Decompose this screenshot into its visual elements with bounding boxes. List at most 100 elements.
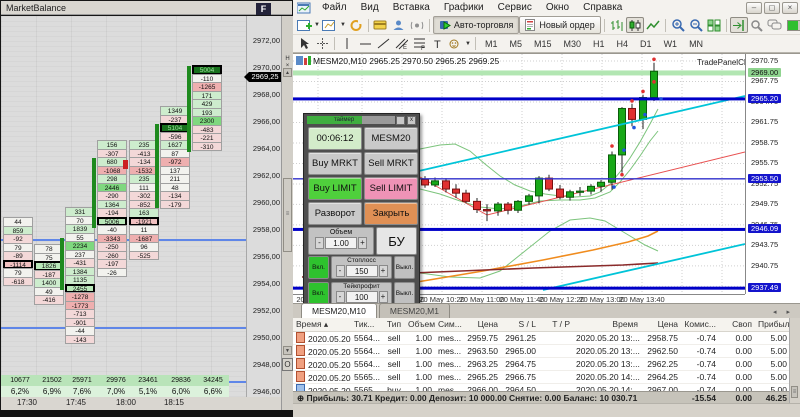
cycle-icon[interactable] (347, 17, 365, 33)
chat-icon[interactable] (766, 17, 784, 33)
table-row[interactable]: 2020.05.20...5565... sell 1.00 mes... 2965.2… (293, 371, 790, 384)
menu-item-файл[interactable]: Файл (315, 0, 354, 16)
zoom-in-icon[interactable] (669, 17, 687, 33)
volume-plus-button[interactable]: + (358, 237, 367, 249)
column-header[interactable]: Объем (405, 318, 435, 331)
new-order-button[interactable]: Новый ордер (519, 16, 601, 34)
timeframe-h1[interactable]: H1 (587, 36, 611, 52)
scroll-grip-icon[interactable]: ≡ (791, 386, 798, 398)
profiles-icon[interactable] (321, 17, 339, 33)
column-header[interactable]: Комис... (681, 318, 719, 331)
column-header[interactable]: Время ▴ (293, 318, 351, 331)
menu-item-вид[interactable]: Вид (354, 0, 386, 16)
symbol-button[interactable]: MESM20 (364, 127, 418, 150)
column-header[interactable]: Время (573, 318, 641, 331)
column-header[interactable]: Сим... (435, 318, 463, 331)
scroll-up-icon[interactable]: ▲ (283, 68, 292, 77)
column-header[interactable]: Тик... (351, 318, 383, 331)
volume-value[interactable]: 1.00 (325, 237, 357, 249)
timeframe-mn[interactable]: MN (683, 36, 709, 52)
stoploss-value[interactable]: 150 (345, 265, 378, 277)
scroll-down-icon[interactable]: ▼ (283, 346, 292, 355)
reverse-button[interactable]: Разворот (308, 202, 362, 225)
new-chart-icon[interactable] (295, 17, 313, 33)
column-header[interactable]: Прибыль (755, 318, 790, 331)
community-icon[interactable] (390, 17, 408, 33)
column-header[interactable]: T / P (539, 318, 573, 331)
stoploss-plus-button[interactable]: + (378, 265, 388, 277)
table-scrollbar[interactable]: ≡ (789, 318, 800, 403)
shapes-icon[interactable] (446, 36, 464, 52)
bars-chart-icon[interactable] (608, 17, 626, 33)
breakeven-button[interactable]: БУ (376, 227, 417, 255)
stoploss-minus-button[interactable]: - (335, 265, 345, 277)
buy-market-button[interactable]: Buy MRKT (308, 152, 362, 175)
timeframe-m15[interactable]: M15 (528, 36, 558, 52)
table-row[interactable]: 2020.05.20...5564... sell 1.00 mes... 2959.7… (293, 332, 790, 345)
panel-minimize-icon[interactable] (396, 116, 405, 125)
cluster-chart-plot[interactable]: © 2020 NinjaTrader, LLC 44859-9279-89-11… (1, 16, 246, 397)
horizontal-line-icon[interactable] (356, 36, 374, 52)
column-header[interactable]: Цена (463, 318, 501, 331)
volume-minus-button[interactable]: - (315, 237, 324, 249)
left-scrollbar-strip[interactable]: H × ▲ ≡ ▼ O (281, 16, 293, 410)
close-position-button[interactable]: Закрыть (364, 202, 418, 225)
menu-item-вставка[interactable]: Вставка (386, 0, 437, 16)
payment-icon[interactable] (372, 17, 390, 33)
menu-item-графики[interactable]: Графики (437, 0, 491, 16)
restore-button[interactable]: ◻ (764, 2, 780, 14)
timeframe-m5[interactable]: M5 (503, 36, 528, 52)
channel-icon[interactable]: E (392, 36, 410, 52)
text-icon[interactable]: T (428, 36, 446, 52)
takeprofit-off-button[interactable]: Выкл. (394, 282, 415, 305)
trendline-icon[interactable] (374, 36, 392, 52)
tab-mesm20-m10[interactable]: MESM20,M10 (301, 303, 377, 318)
menu-item-справка[interactable]: Справка (576, 0, 629, 16)
timeframe-m1[interactable]: M1 (479, 36, 504, 52)
stoploss-on-button[interactable]: Вкл. (308, 256, 329, 279)
chevron-down-icon[interactable]: ▼ (465, 41, 471, 47)
scroll-thumb[interactable]: ≡ (283, 178, 292, 252)
takeprofit-value[interactable]: 100 (345, 291, 378, 303)
takeprofit-on-button[interactable]: Вкл. (308, 282, 329, 305)
vertical-line-icon[interactable] (338, 36, 356, 52)
chart-shift-icon[interactable] (729, 17, 748, 33)
menu-item-окно[interactable]: Окно (539, 0, 576, 16)
zoom-out-icon[interactable] (687, 17, 705, 33)
cursor-icon[interactable] (295, 36, 313, 52)
line-chart-icon[interactable] (644, 17, 662, 33)
column-header[interactable]: Тип (383, 318, 405, 331)
takeprofit-plus-button[interactable]: + (378, 291, 388, 303)
sell-market-button[interactable]: Sell MRKT (364, 152, 418, 175)
tile-windows-icon[interactable] (705, 17, 723, 33)
f-button[interactable]: F (256, 3, 271, 15)
sell-limit-button[interactable]: Sell LIMIT (364, 177, 418, 200)
timeframe-m30[interactable]: M30 (558, 36, 588, 52)
column-header[interactable]: Цена (641, 318, 681, 331)
price-axis[interactable]: 2970.752967.752964.752961.752958.752955.… (745, 54, 800, 294)
fibonacci-icon[interactable]: F (410, 36, 428, 52)
timeframe-h4[interactable]: H4 (611, 36, 635, 52)
chevron-down-icon[interactable]: ▼ (314, 22, 320, 28)
table-row[interactable]: 2020.05.20...5564... sell 1.00 mes... 2963.5… (293, 345, 790, 358)
table-row[interactable]: 2020.05.20...5564... sell 1.00 mes... 2963.2… (293, 358, 790, 371)
column-header[interactable]: S / L (501, 318, 539, 331)
tab-mesm20-m1[interactable]: MESM20,M1 (378, 303, 450, 318)
takeprofit-minus-button[interactable]: - (335, 291, 345, 303)
collapse-button[interactable]: O (282, 358, 293, 371)
candles-chart-icon[interactable] (625, 17, 644, 33)
buy-limit-button[interactable]: Buy LIMIT (308, 177, 362, 200)
minimize-button[interactable]: – (746, 2, 762, 14)
column-header[interactable]: Своп (719, 318, 755, 331)
timeframe-d1[interactable]: D1 (634, 36, 658, 52)
panel-close-icon[interactable]: x (407, 116, 416, 125)
timeframe-w1[interactable]: W1 (658, 36, 684, 52)
chevron-down-icon[interactable]: ▼ (340, 22, 346, 28)
menu-item-сервис[interactable]: Сервис (491, 0, 539, 16)
crosshair-icon[interactable] (313, 36, 331, 52)
signal-icon[interactable] (408, 17, 426, 33)
close-button[interactable]: × (782, 2, 798, 14)
stoploss-off-button[interactable]: Выкл. (394, 256, 415, 279)
tab-scroll-arrows[interactable]: ◂ ▸ (773, 308, 794, 316)
search-icon[interactable] (748, 17, 766, 33)
